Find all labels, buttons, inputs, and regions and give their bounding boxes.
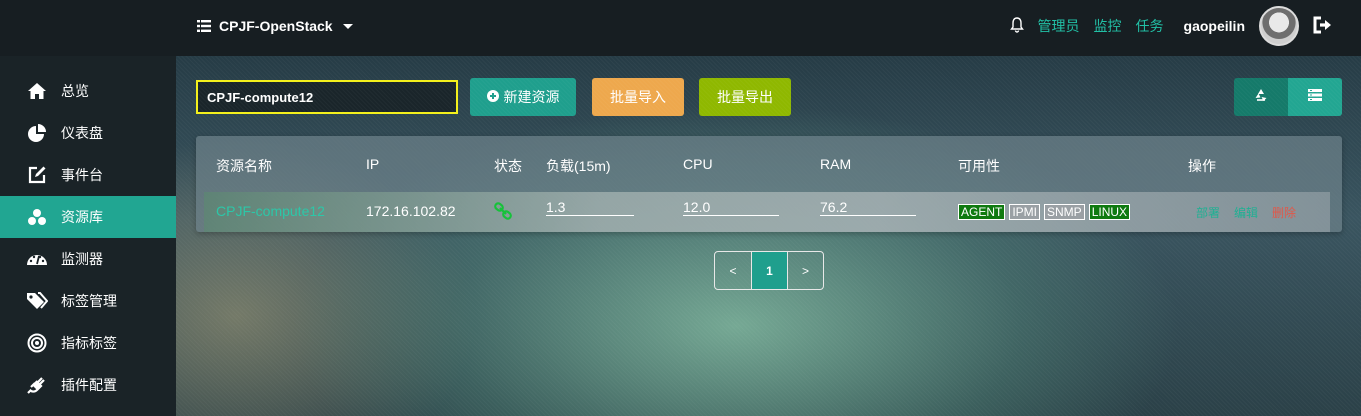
sidebar-item-metric-tags[interactable]: 指标标签 — [0, 322, 176, 364]
link-icon[interactable] — [494, 202, 512, 223]
tags-icon — [26, 290, 48, 312]
top-right-menu: 管理员 监控 任务 gaopeilin — [1009, 4, 1333, 48]
ram-value: 76.2 — [820, 199, 916, 216]
list-view-button[interactable] — [1288, 78, 1342, 116]
column-header-availability[interactable]: 可用性 — [958, 156, 1000, 176]
availability-badge-agent: AGENT — [958, 204, 1006, 220]
resource-name-link[interactable]: CPJF-compute12 — [216, 203, 325, 219]
logout-icon[interactable] — [1313, 16, 1333, 37]
main-content: 新建资源 批量导入 批量导出 资源名称 IP 状态 负载(15m) CPU RA… — [176, 56, 1361, 416]
pie-chart-icon — [26, 122, 48, 144]
sidebar-item-label: 监测器 — [61, 251, 103, 267]
ip-cell: 172.16.102.82 — [366, 203, 456, 219]
sidebar: 总览 仪表盘 事件台 资源库 监测器 标签管理 指标标签 插件配置 — [0, 56, 176, 416]
sidebar-item-events[interactable]: 事件台 — [0, 154, 176, 196]
monitor-link[interactable]: 监控 — [1094, 16, 1122, 36]
ram-cell: 76.2 — [820, 199, 916, 216]
recycle-icon — [1254, 88, 1268, 107]
recycle-button[interactable] — [1234, 78, 1288, 116]
sidebar-item-label: 插件配置 — [61, 377, 117, 393]
project-switcher[interactable]: CPJF-OpenStack — [197, 16, 353, 36]
new-resource-button[interactable]: 新建资源 — [470, 78, 576, 116]
sidebar-item-tag-management[interactable]: 标签管理 — [0, 280, 176, 322]
list-icon — [1308, 88, 1322, 106]
bell-icon[interactable] — [1009, 16, 1024, 36]
search-input[interactable] — [196, 80, 458, 114]
batch-import-button[interactable]: 批量导入 — [592, 78, 684, 116]
column-header-ram[interactable]: RAM — [820, 156, 851, 172]
sidebar-item-resources[interactable]: 资源库 — [0, 196, 176, 238]
new-resource-label: 新建资源 — [503, 89, 560, 105]
top-bar: CPJF-OpenStack 管理员 监控 任务 gaopeilin — [0, 0, 1361, 56]
target-icon — [26, 332, 48, 354]
sidebar-item-label: 资源库 — [61, 209, 103, 225]
plug-icon — [26, 374, 48, 396]
actions-cell: 部署 编辑 删除 — [1196, 204, 1310, 221]
table-row[interactable]: CPJF-compute12 172.16.102.82 1.3 12.0 76… — [204, 192, 1330, 232]
project-name: CPJF-OpenStack — [219, 18, 333, 34]
resource-table: 资源名称 IP 状态 负载(15m) CPU RAM 可用性 操作 CPJF-c… — [196, 136, 1342, 232]
column-header-actions: 操作 — [1188, 158, 1216, 174]
availability-badge-ipmi: IPMI — [1009, 204, 1041, 220]
sidebar-item-label: 仪表盘 — [61, 125, 103, 141]
sidebar-item-overview[interactable]: 总览 — [0, 70, 176, 112]
sidebar-item-dashboard[interactable]: 仪表盘 — [0, 112, 176, 154]
view-button-group — [1234, 78, 1342, 116]
sidebar-item-label: 指标标签 — [61, 335, 117, 351]
plus-circle-icon — [486, 89, 499, 105]
sidebar-item-label: 标签管理 — [61, 293, 117, 309]
sidebar-item-label: 总览 — [61, 83, 89, 99]
username[interactable]: gaopeilin — [1184, 18, 1245, 34]
admin-link[interactable]: 管理员 — [1038, 16, 1080, 36]
prev-page-button[interactable]: < — [715, 252, 751, 289]
cpu-cell: 12.0 — [683, 199, 779, 216]
cubes-icon — [26, 206, 48, 228]
sidebar-item-monitors[interactable]: 监测器 — [0, 238, 176, 280]
avatar[interactable] — [1259, 6, 1299, 46]
caret-down-icon — [342, 23, 353, 29]
column-header-load[interactable]: 负载(15m) — [546, 156, 611, 176]
column-header-ip[interactable]: IP — [366, 156, 379, 172]
column-header-cpu[interactable]: CPU — [683, 156, 713, 172]
availability-badge-snmp: SNMP — [1044, 204, 1085, 220]
page-1-button[interactable]: 1 — [751, 252, 787, 289]
sidebar-item-label: 事件台 — [61, 167, 103, 183]
sidebar-item-plugin-config[interactable]: 插件配置 — [0, 364, 176, 406]
edit-button[interactable]: 编辑 — [1234, 206, 1258, 220]
next-page-button[interactable]: > — [787, 252, 823, 289]
list-icon — [197, 20, 211, 32]
home-icon — [26, 80, 48, 102]
column-header-name[interactable]: 资源名称 — [216, 156, 272, 176]
column-header-status[interactable]: 状态 — [494, 156, 522, 176]
availability-cell: AGENT IPMI SNMP LINUX — [958, 203, 1134, 220]
dashboard-icon — [26, 248, 48, 270]
edit-icon — [26, 164, 48, 186]
batch-export-button[interactable]: 批量导出 — [699, 78, 791, 116]
load-value: 1.3 — [546, 199, 634, 216]
load-cell: 1.3 — [546, 199, 634, 216]
deploy-button[interactable]: 部署 — [1196, 206, 1220, 220]
pagination: < 1 > — [714, 251, 824, 290]
task-link[interactable]: 任务 — [1136, 16, 1164, 36]
delete-button[interactable]: 删除 — [1272, 206, 1296, 220]
availability-badge-linux: LINUX — [1088, 204, 1131, 220]
cpu-value: 12.0 — [683, 199, 779, 216]
